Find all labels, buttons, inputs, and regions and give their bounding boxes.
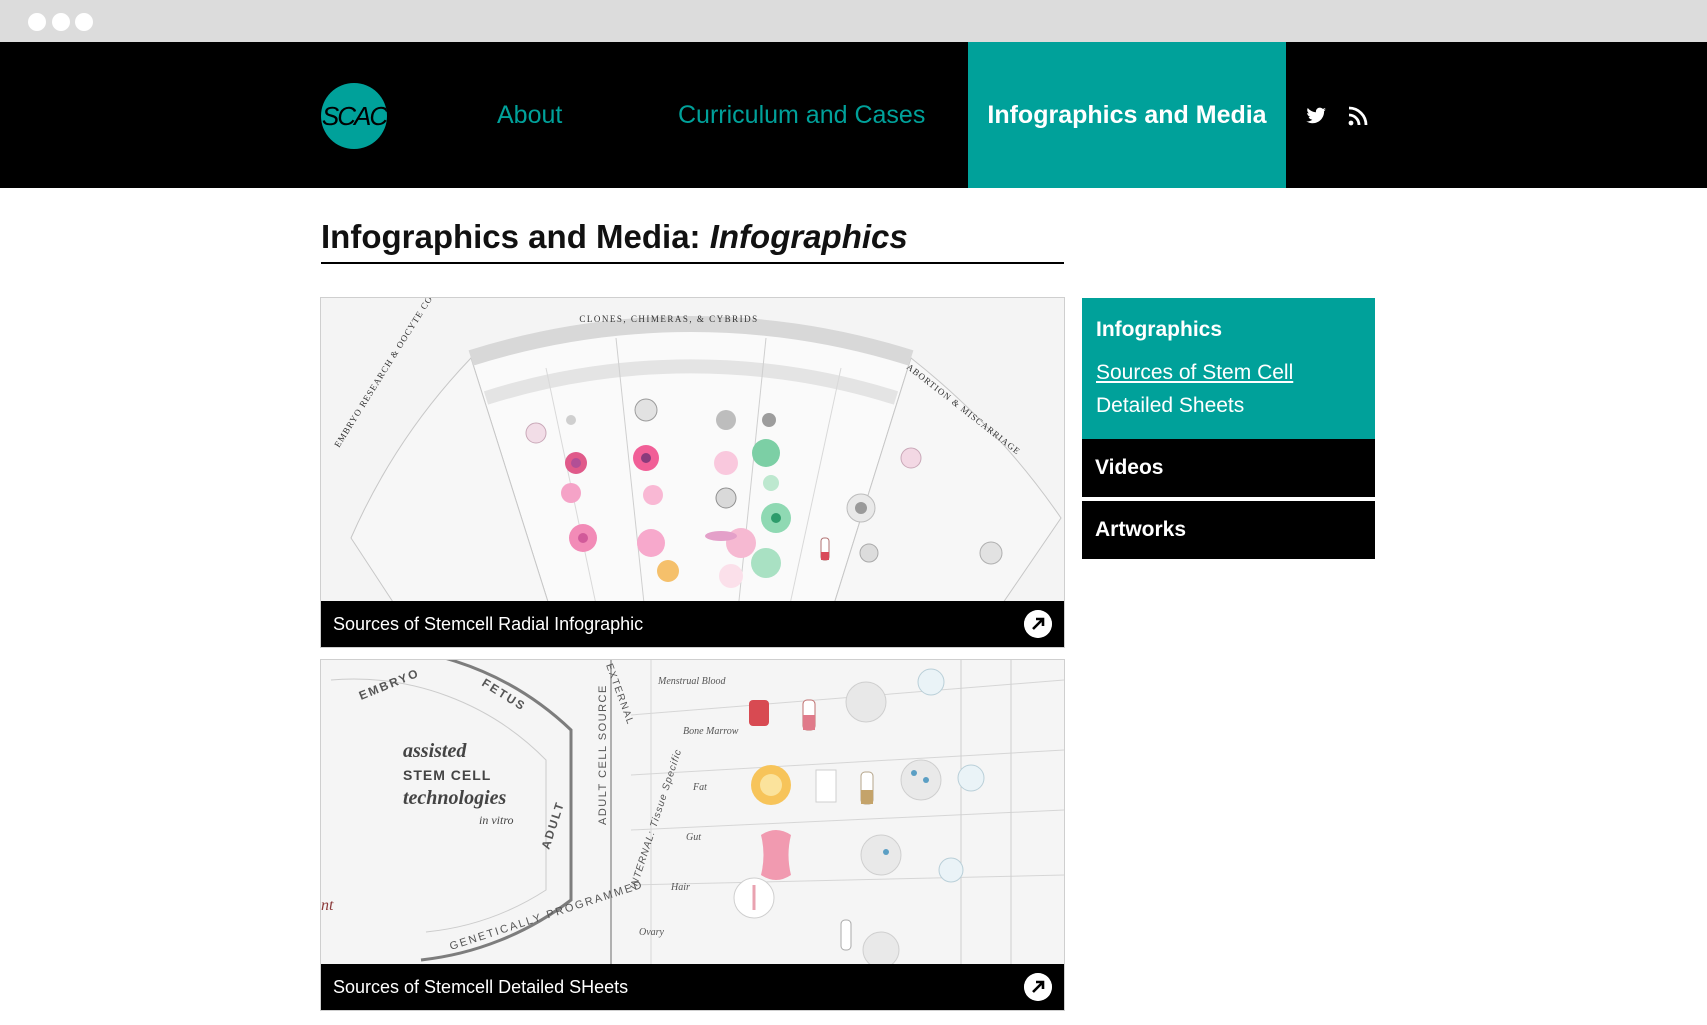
arrow-up-right-icon[interactable] [1024, 610, 1052, 638]
detailed-sheets-thumbnail: EMBRYO FETUS ADULT assisted STEM CELL te… [321, 660, 1064, 964]
card-title[interactable]: Sources of Stemcell Detailed SHeets [333, 964, 628, 1010]
page-title: Infographics and Media: Infographics [321, 218, 1064, 264]
page-title-emphasis: Infographics [709, 218, 908, 255]
window-minimize-dot[interactable] [52, 13, 70, 31]
window-maximize-dot[interactable] [75, 13, 93, 31]
infographic-card-radial[interactable]: CLONES, CHIMERAS, & CYBRIDS EMBRYO RESEA… [320, 297, 1065, 648]
window-close-dot[interactable] [28, 13, 46, 31]
rss-icon[interactable] [1346, 104, 1370, 128]
card-title[interactable]: Sources of Stemcell Radial Infographic [333, 601, 643, 647]
art-heading-clones: CLONES, CHIMERAS, & CYBRIDS [579, 314, 758, 324]
sidebar-infographics-section: Infographics Sources of Stem Cell Detail… [1082, 298, 1375, 439]
arrow-up-right-icon[interactable] [1024, 973, 1052, 1001]
sidebar-item-videos[interactable]: Videos [1082, 439, 1375, 497]
nav-curriculum-and-cases[interactable]: Curriculum and Cases [678, 42, 925, 188]
twitter-icon[interactable] [1304, 104, 1328, 128]
tissue-label-ovary: Ovary [639, 927, 665, 938]
source-label-adult-cell-source: ADULT CELL SOURCE [597, 684, 609, 825]
sidebar-subitem-sources-of-stem-cell[interactable]: Sources of Stem Cell [1096, 361, 1293, 385]
card-caption-bar[interactable]: Sources of Stemcell Detailed SHeets [321, 964, 1064, 1010]
nav-infographics-and-media[interactable]: Infographics and Media [968, 42, 1286, 188]
site-logo[interactable]: SCAC [321, 83, 387, 149]
center-text-technologies: technologies [403, 787, 507, 809]
nav-about[interactable]: About [497, 42, 562, 188]
sidebar-subitem-detailed-sheets[interactable]: Detailed Sheets [1096, 394, 1244, 418]
infographic-card-detailed[interactable]: EMBRYO FETUS ADULT assisted STEM CELL te… [320, 659, 1065, 1011]
tissue-label-fat: Fat [692, 782, 707, 793]
tissue-label-bone-marrow: Bone Marrow [683, 726, 739, 737]
center-text-assisted: assisted [403, 740, 467, 762]
tissue-label-menstrual: Menstrual Blood [657, 676, 726, 687]
tissue-label-gut: Gut [686, 832, 701, 843]
center-text-stem-cell: STEM CELL [403, 767, 491, 783]
sidebar-item-artworks[interactable]: Artworks [1082, 501, 1375, 559]
radial-infographic-thumbnail: CLONES, CHIMERAS, & CYBRIDS EMBRYO RESEA… [321, 298, 1064, 601]
svg-text:nt: nt [321, 897, 334, 914]
browser-chrome [0, 0, 1707, 42]
page-title-prefix: Infographics and Media: [321, 218, 701, 255]
tissue-label-hair: Hair [670, 882, 690, 893]
card-caption-bar[interactable]: Sources of Stemcell Radial Infographic [321, 601, 1064, 647]
sidebar-item-infographics[interactable]: Infographics [1096, 318, 1222, 342]
center-text-in-vitro: in vitro [479, 813, 514, 827]
